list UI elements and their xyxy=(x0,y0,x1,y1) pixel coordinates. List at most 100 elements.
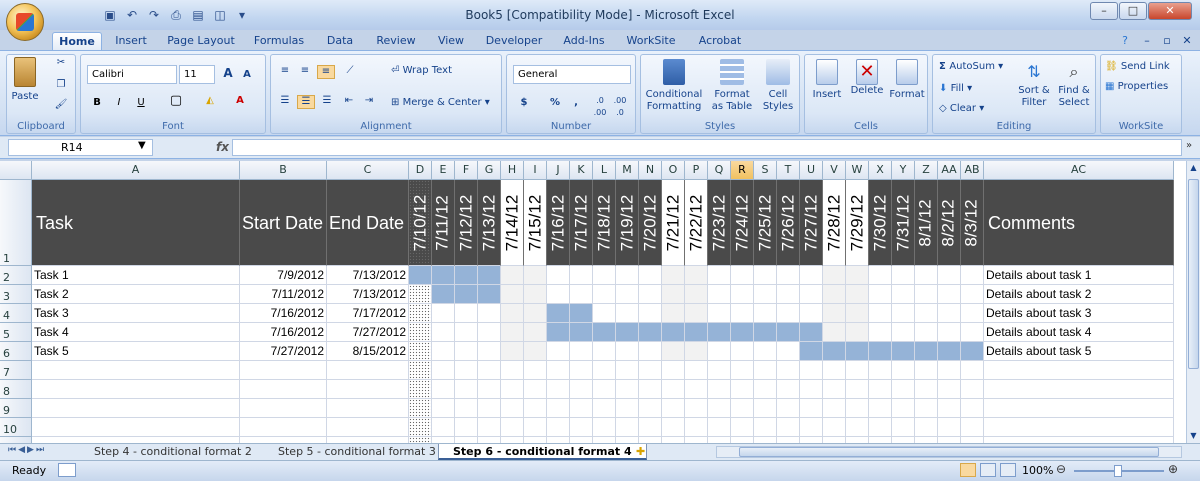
cell-m7[interactable] xyxy=(616,361,639,380)
cell-n2[interactable] xyxy=(639,266,662,285)
merge-center-button[interactable]: ⊞ Merge & Center ▾ xyxy=(391,97,501,109)
cell-a5[interactable]: Task 4 xyxy=(32,323,240,342)
tab-formulas[interactable]: Formulas xyxy=(250,32,308,50)
minimize-button[interactable]: – xyxy=(1090,2,1118,20)
column-header-a[interactable]: A xyxy=(32,161,240,180)
column-header-o[interactable]: O xyxy=(662,161,685,180)
gantt-bar-cell[interactable] xyxy=(892,342,915,361)
vertical-scrollbar[interactable]: ▲ ▼ xyxy=(1186,161,1200,443)
date-header-3[interactable]: 7/12/12 xyxy=(455,180,478,266)
cell-aa3[interactable] xyxy=(938,285,961,304)
cell-e10[interactable] xyxy=(432,418,455,437)
cell-t7[interactable] xyxy=(777,361,800,380)
tab-home[interactable]: Home xyxy=(52,32,102,50)
fill-color-icon[interactable]: ◭ xyxy=(201,95,219,107)
cell-d3[interactable] xyxy=(409,285,432,304)
cell-z9[interactable] xyxy=(915,399,938,418)
cell-i9[interactable] xyxy=(524,399,547,418)
cell-f5[interactable] xyxy=(455,323,478,342)
cell-b3[interactable]: 7/11/2012 xyxy=(240,285,327,304)
cell-x10[interactable] xyxy=(869,418,892,437)
cell-f6[interactable] xyxy=(455,342,478,361)
cell-e7[interactable] xyxy=(432,361,455,380)
column-header-t[interactable]: T xyxy=(777,161,800,180)
cell-l8[interactable] xyxy=(593,380,616,399)
cell-y9[interactable] xyxy=(892,399,915,418)
cell-ac8[interactable] xyxy=(984,380,1174,399)
column-header-j[interactable]: J xyxy=(547,161,570,180)
cell-k8[interactable] xyxy=(570,380,593,399)
cell-m10[interactable] xyxy=(616,418,639,437)
cell-e9[interactable] xyxy=(432,399,455,418)
cell-m2[interactable] xyxy=(616,266,639,285)
cell-w10[interactable] xyxy=(846,418,869,437)
cell-r8[interactable] xyxy=(731,380,754,399)
gantt-bar-cell[interactable] xyxy=(432,266,455,285)
column-header-q[interactable]: Q xyxy=(708,161,731,180)
expand-formula-icon[interactable]: » xyxy=(1186,140,1192,151)
gantt-bar-cell[interactable] xyxy=(547,304,570,323)
cell-q10[interactable] xyxy=(708,418,731,437)
cell-w9[interactable] xyxy=(846,399,869,418)
cell-aa8[interactable] xyxy=(938,380,961,399)
header-comments[interactable]: Comments xyxy=(984,180,1174,266)
cell-b9[interactable] xyxy=(240,399,327,418)
align-middle-icon[interactable]: ≡ xyxy=(297,65,313,77)
date-header-24[interactable]: 8/2/12 xyxy=(938,180,961,266)
percent-button[interactable]: % xyxy=(547,97,563,109)
cell-r7[interactable] xyxy=(731,361,754,380)
cell-w3[interactable] xyxy=(846,285,869,304)
column-header-u[interactable]: U xyxy=(800,161,823,180)
insert-function-button[interactable]: fx xyxy=(216,140,229,154)
cell-g10[interactable] xyxy=(478,418,501,437)
orientation-icon[interactable]: ⟋ xyxy=(341,65,359,77)
cell-y2[interactable] xyxy=(892,266,915,285)
cell-i10[interactable] xyxy=(524,418,547,437)
cell-o2[interactable] xyxy=(662,266,685,285)
cell-s4[interactable] xyxy=(754,304,777,323)
date-header-9[interactable]: 7/18/12 xyxy=(593,180,616,266)
align-left-icon[interactable]: ☰ xyxy=(277,95,293,107)
cell-g9[interactable] xyxy=(478,399,501,418)
column-header-f[interactable]: F xyxy=(455,161,478,180)
cell-ac10[interactable] xyxy=(984,418,1174,437)
cell-z4[interactable] xyxy=(915,304,938,323)
cell-x8[interactable] xyxy=(869,380,892,399)
cell-w2[interactable] xyxy=(846,266,869,285)
page-layout-view-icon[interactable] xyxy=(980,463,996,477)
cell-r3[interactable] xyxy=(731,285,754,304)
cell-l10[interactable] xyxy=(593,418,616,437)
format-cells-button[interactable]: Format xyxy=(889,59,925,101)
worksheet-grid[interactable]: A B C D E F G H I J K L M N O P Q R S T U V W X Y Z AA AB AC 1 2 3 4 5 6 7 8… xyxy=(0,161,1186,443)
properties-button[interactable]: ▦ Properties xyxy=(1105,81,1181,93)
cell-e4[interactable] xyxy=(432,304,455,323)
cell-a7[interactable] xyxy=(32,361,240,380)
cell-v5[interactable] xyxy=(823,323,846,342)
cell-q4[interactable] xyxy=(708,304,731,323)
cell-r10[interactable] xyxy=(731,418,754,437)
column-header-e[interactable]: E xyxy=(432,161,455,180)
cell-y10[interactable] xyxy=(892,418,915,437)
cell-n8[interactable] xyxy=(639,380,662,399)
cell-f10[interactable] xyxy=(455,418,478,437)
grow-font-button[interactable]: A xyxy=(219,67,237,79)
cell-c10[interactable] xyxy=(327,418,409,437)
borders-icon[interactable]: ▢ xyxy=(167,94,185,107)
cell-d5[interactable] xyxy=(409,323,432,342)
insert-cells-button[interactable]: Insert xyxy=(809,59,845,101)
cell-n10[interactable] xyxy=(639,418,662,437)
cell-ac6[interactable]: Details about task 5 xyxy=(984,342,1174,361)
cell-r4[interactable] xyxy=(731,304,754,323)
cell-d9[interactable] xyxy=(409,399,432,418)
cell-h5[interactable] xyxy=(501,323,524,342)
cell-d6[interactable] xyxy=(409,342,432,361)
date-header-18[interactable]: 7/27/12 xyxy=(800,180,823,266)
cell-p7[interactable] xyxy=(685,361,708,380)
ribbon-restore-icon[interactable]: ▫ xyxy=(1160,32,1174,50)
date-header-2[interactable]: 7/11/12 xyxy=(432,180,455,266)
date-header-15[interactable]: 7/24/12 xyxy=(731,180,754,266)
ribbon-minimize-icon[interactable]: – xyxy=(1140,32,1154,50)
column-header-b[interactable]: B xyxy=(240,161,327,180)
date-header-12[interactable]: 7/21/12 xyxy=(662,180,685,266)
font-name-select[interactable]: Calibri xyxy=(87,65,177,84)
